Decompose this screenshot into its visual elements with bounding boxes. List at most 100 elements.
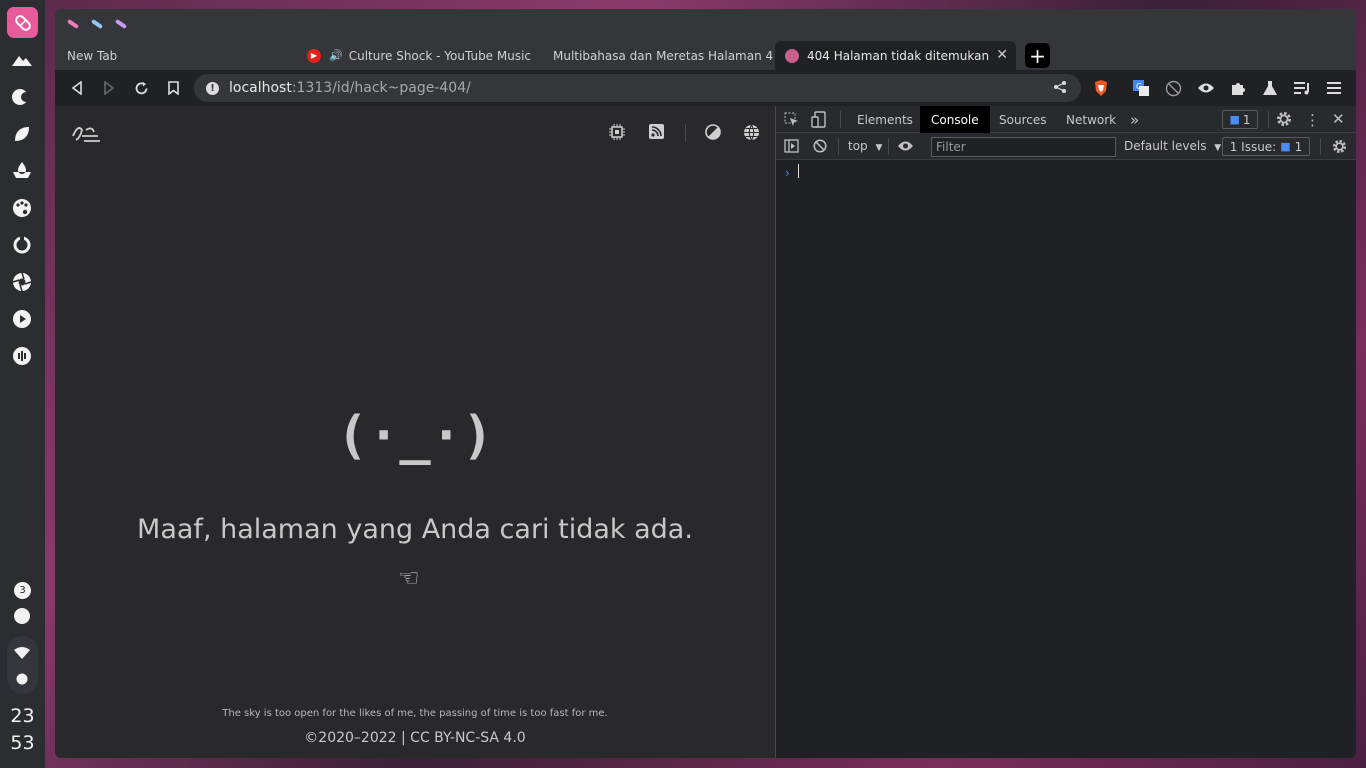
tab-title: Culture Shock - YouTube Music: [348, 48, 532, 63]
tab-404[interactable]: 404 Halaman tidak ditemukan ✕: [775, 41, 1016, 70]
new-tab-button[interactable]: +: [1025, 43, 1050, 68]
message-flag-icon: ■: [1229, 113, 1240, 126]
tab-strip: New Tab ▶ 🔊 Culture Shock - YouTube Musi…: [55, 41, 1356, 70]
footer-quote: The sky is too open for the likes of me,…: [222, 708, 608, 719]
device-toolbar-icon[interactable]: [811, 111, 826, 128]
site-info-icon[interactable]: !: [206, 81, 219, 95]
media-queue-icon[interactable]: [1292, 78, 1312, 98]
issues-label: 1 Issue:: [1229, 139, 1277, 154]
url-path: :1313/id/hack~page-404/: [291, 80, 471, 96]
issues-count: 1: [1294, 139, 1303, 154]
pointing-hand-icon[interactable]: ☜: [398, 564, 420, 592]
wifi-icon[interactable]: [11, 642, 33, 664]
bandage-icon: [14, 14, 31, 31]
devtools-tab-console[interactable]: Console: [920, 106, 990, 133]
bar-divider: [888, 138, 889, 155]
more-tabs-chevron-icon[interactable]: »: [1130, 111, 1139, 129]
clear-console-icon[interactable]: [813, 139, 827, 153]
mountain-icon[interactable]: [11, 49, 33, 71]
bookmark-icon[interactable]: [163, 78, 183, 98]
messages-badge[interactable]: ■ 1: [1222, 110, 1258, 129]
console-toolbar: top ▼ Filter Default levels ▼ 1 Issue: ■…: [776, 133, 1356, 160]
share-icon[interactable]: [1053, 80, 1067, 98]
dropdown-arrow-icon: ▼: [1214, 143, 1222, 153]
close-tab-icon[interactable]: ✕: [996, 47, 1008, 63]
console-settings-gear-icon[interactable]: [1332, 139, 1347, 154]
clock-hour: 23: [10, 705, 35, 727]
message-count: 1: [1242, 112, 1251, 127]
theme-toggle-icon[interactable]: [705, 124, 721, 144]
tab-new-tab[interactable]: New Tab: [57, 41, 297, 70]
notification-badge[interactable]: 3: [14, 582, 31, 599]
palette-icon[interactable]: [11, 197, 33, 219]
status-circle-icon[interactable]: [11, 605, 33, 627]
sad-face-kaomoji: (·_·): [336, 406, 494, 466]
devtools-tabbar: Elements Console Sources Network » ■ 1 ⋮…: [776, 106, 1356, 133]
context-value: top: [848, 139, 868, 153]
tab-title: New Tab: [67, 48, 118, 63]
footer-copyright[interactable]: ©2020–2022 | CC BY-NC-SA 4.0: [55, 730, 775, 746]
audio-icon[interactable]: [11, 345, 33, 367]
context-selector[interactable]: top ▼: [848, 139, 882, 153]
eye-icon[interactable]: [1196, 78, 1216, 98]
devtools-tab-network[interactable]: Network: [1055, 106, 1127, 133]
log-levels-dropdown[interactable]: Default levels ▼: [1124, 139, 1221, 153]
dock: 3 23 53: [0, 0, 45, 768]
rss-icon[interactable]: [649, 124, 664, 143]
leaf-icon[interactable]: [11, 123, 33, 145]
brave-shields-icon[interactable]: [1091, 78, 1111, 98]
language-globe-icon[interactable]: [743, 124, 760, 145]
svg-text:G: G: [1136, 82, 1142, 91]
issues-counter-button[interactable]: 1 Issue: ■ 1: [1222, 137, 1310, 156]
tab-youtube-music[interactable]: ▶ 🔊 Culture Shock - YouTube Music: [297, 41, 535, 70]
minimize-window-dot[interactable]: [90, 18, 104, 30]
reload-icon[interactable]: [131, 78, 151, 98]
extensions-icon[interactable]: [1228, 78, 1248, 98]
tab-divider: [840, 111, 841, 128]
close-window-dot[interactable]: [66, 18, 80, 30]
back-icon[interactable]: [67, 78, 87, 98]
no-tracking-icon[interactable]: [1163, 78, 1183, 98]
console-prompt-chevron: ›: [785, 166, 790, 180]
bar-divider: [838, 138, 839, 155]
youtube-music-icon: ▶: [307, 48, 321, 63]
log-levels-value: Default levels: [1124, 139, 1207, 153]
tab-multibahasa[interactable]: Multibahasa dan Meretas Halaman 40: [535, 41, 773, 70]
address-bar[interactable]: ! localhost:1313/id/hack~page-404/: [194, 74, 1081, 102]
aperture-icon[interactable]: [11, 271, 33, 293]
labs-flask-icon[interactable]: [1260, 78, 1280, 98]
devtools-tab-sources[interactable]: Sources: [988, 106, 1057, 133]
dropdown-arrow-icon: ▼: [875, 143, 883, 153]
volume-dot-icon[interactable]: [11, 668, 33, 690]
more-options-icon[interactable]: ⋮: [1305, 111, 1320, 129]
web-page: (·_·) Maaf, halaman yang Anda cari tidak…: [55, 106, 775, 758]
clock-minute: 53: [10, 732, 35, 754]
play-icon[interactable]: [11, 308, 33, 330]
cpu-icon[interactable]: [609, 124, 625, 144]
tab-title: Multibahasa dan Meretas Halaman 40: [553, 48, 773, 63]
drop-icon[interactable]: [11, 160, 33, 182]
site-logo-icon[interactable]: [70, 122, 102, 148]
translate-icon[interactable]: G: [1131, 78, 1151, 98]
live-expression-eye-icon[interactable]: [897, 140, 914, 152]
icon-divider: [685, 124, 686, 142]
close-devtools-icon[interactable]: ✕: [1332, 110, 1345, 128]
not-found-message: Maaf, halaman yang Anda cari tidak ada.: [137, 514, 693, 545]
menu-icon[interactable]: [1324, 78, 1344, 98]
inspect-element-icon[interactable]: [784, 112, 799, 127]
browser-window: New Tab ▶ 🔊 Culture Shock - YouTube Musi…: [55, 9, 1356, 758]
settings-gear-icon[interactable]: [1276, 111, 1292, 127]
tab-divider: [1268, 111, 1269, 128]
sidebar-toggle-icon[interactable]: [784, 139, 799, 153]
sync-icon[interactable]: [11, 234, 33, 256]
devtools-tab-elements[interactable]: Elements: [846, 106, 924, 133]
launcher-button[interactable]: [7, 7, 38, 38]
maximize-window-dot[interactable]: [114, 18, 128, 30]
console-input-caret[interactable]: [798, 164, 799, 178]
issue-flag-icon: ■: [1280, 140, 1291, 153]
speaker-icon[interactable]: 🔊: [329, 49, 343, 62]
site-favicon-icon: [785, 48, 799, 63]
console-filter-input[interactable]: Filter: [931, 137, 1116, 157]
toggle-icon[interactable]: [11, 86, 33, 108]
forward-icon[interactable]: [99, 78, 119, 98]
